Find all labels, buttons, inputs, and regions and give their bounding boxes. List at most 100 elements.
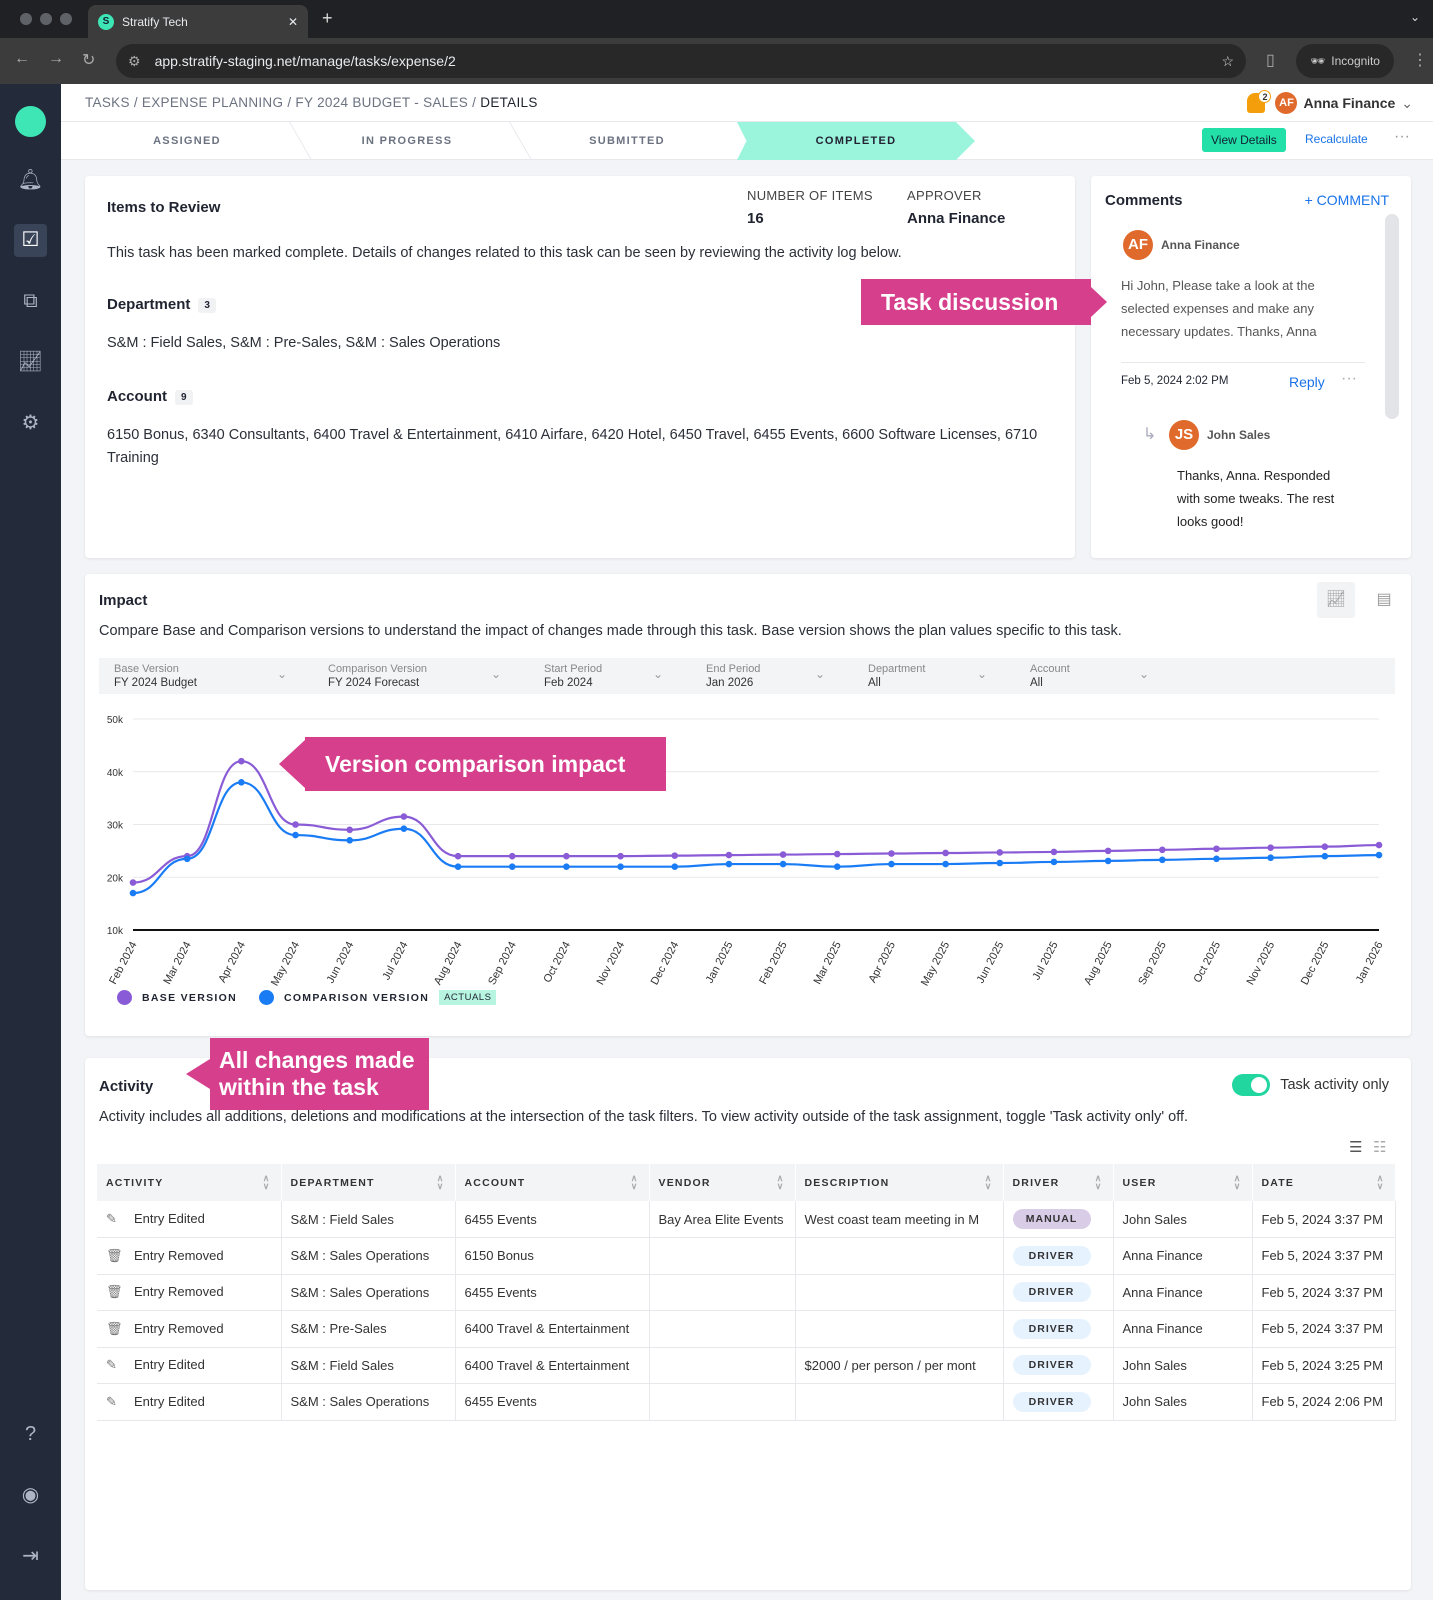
table-row[interactable]: 🗑︎ Entry Removed S&M : Sales Operations 615… — [97, 1237, 1396, 1275]
sort-icon[interactable]: ∧ ∨ — [1377, 1174, 1385, 1191]
department-label: Department — [107, 296, 191, 313]
driver-badge: DRIVER — [1012, 1355, 1091, 1376]
data-point — [292, 831, 299, 839]
table-row[interactable]: ✎ Entry Edited S&M : Field Sales 6455 Event… — [97, 1201, 1396, 1238]
x-tick-label: Aug 2025 — [1082, 940, 1115, 987]
data-point — [942, 860, 949, 868]
table-row[interactable]: ✎ Entry Edited S&M : Sales Operations 6455 … — [97, 1383, 1396, 1421]
new-tab-button[interactable]: + — [322, 8, 333, 29]
bookmark-star-icon[interactable]: ☆ — [1221, 53, 1234, 70]
window-minimize-button[interactable] — [40, 13, 52, 25]
chart-view-icon[interactable]: 📈︎ — [1317, 582, 1355, 618]
column-label: DESCRIPTION — [804, 1176, 890, 1189]
base-version-select[interactable]: Base Version FY 2024 Budget ⌄ — [99, 658, 299, 694]
collapse-list-icon[interactable]: ☷ — [1373, 1138, 1386, 1156]
settings-gear-icon[interactable]: ⚙ — [14, 407, 47, 440]
comparison-version-select[interactable]: Comparison Version FY 2024 Forecast ⌄ — [313, 658, 513, 694]
pencil-icon: ✎ — [106, 1211, 117, 1226]
window-close-button[interactable] — [20, 13, 32, 25]
table-row[interactable]: 🗑︎ Entry Removed S&M : Pre-Sales 6400 Trave… — [97, 1310, 1396, 1348]
column-header[interactable]: DATE ∧ ∨ — [1252, 1164, 1396, 1201]
breadcrumb-tasks[interactable]: TASKS — [85, 95, 130, 110]
sort-icon[interactable]: ∧ ∨ — [263, 1174, 271, 1191]
department-select[interactable]: Department All ⌄ — [853, 658, 999, 694]
x-tick-label: Apr 2025 — [867, 940, 899, 985]
forward-icon[interactable]: → — [48, 50, 64, 68]
user-menu[interactable]: 2 AF Anna Finance ⌄ — [1247, 90, 1413, 114]
sort-icon[interactable]: ∧ ∨ — [1095, 1174, 1103, 1191]
expand-list-icon[interactable]: ☰ — [1349, 1138, 1362, 1156]
breadcrumb-budget[interactable]: FY 2024 BUDGET - SALES — [295, 95, 468, 110]
chart-legend: BASE VERSION COMPARISON VERSION ACTUALS — [117, 990, 497, 1005]
stratify-logo[interactable] — [15, 106, 46, 137]
comments-scrollbar[interactable] — [1385, 214, 1399, 419]
data-point — [996, 849, 1004, 856]
browser-menu-icon[interactable]: ⋮ — [1412, 50, 1428, 70]
data-point — [1159, 846, 1166, 854]
account-select[interactable]: Account All ⌄ — [1015, 658, 1161, 694]
filter-label: Account — [1030, 663, 1070, 675]
logout-icon[interactable]: ⇥ — [14, 1540, 47, 1573]
task-activity-toggle[interactable]: Task activity only — [1232, 1074, 1389, 1096]
sort-icon[interactable]: ∧ ∨ — [1234, 1174, 1242, 1191]
card-title: Items to Review — [107, 199, 221, 216]
add-comment-button[interactable]: + COMMENT — [1305, 192, 1389, 208]
date-cell: Feb 5, 2024 3:37 PM — [1252, 1274, 1396, 1311]
column-header[interactable]: ACCOUNT ∧ ∨ — [455, 1164, 650, 1201]
more-options-icon[interactable]: ··· — [1394, 128, 1410, 146]
column-header[interactable]: DEPARTMENT ∧ ∨ — [281, 1164, 456, 1201]
column-header[interactable]: ACTIVITY ∧ ∨ — [97, 1164, 282, 1201]
column-header[interactable]: USER ∧ ∨ — [1113, 1164, 1253, 1201]
driver-badge: DRIVER — [1012, 1391, 1091, 1412]
close-tab-icon[interactable]: ✕ — [288, 15, 298, 29]
comment-more-icon[interactable]: ··· — [1341, 370, 1357, 388]
browser-tab[interactable]: S Stratify Tech ✕ — [88, 5, 308, 38]
table-row[interactable]: ✎ Entry Edited S&M : Field Sales 6400 Trave… — [97, 1347, 1396, 1384]
side-panel-icon[interactable]: ▯ — [1266, 50, 1275, 70]
end-period-select[interactable]: End Period Jan 2026 ⌄ — [691, 658, 837, 694]
incognito-indicator[interactable]: 🕶 Incognito — [1296, 44, 1394, 78]
sort-icon[interactable]: ∧ ∨ — [985, 1174, 993, 1191]
notifications-bell-icon[interactable]: 🔔︎ — [14, 164, 47, 197]
column-label: VENDOR — [658, 1176, 711, 1189]
filter-label: Base Version — [114, 663, 179, 675]
help-icon[interactable]: ? — [14, 1418, 47, 1451]
versions-icon[interactable]: ⧉ — [14, 285, 47, 318]
avatar: JS — [1169, 420, 1199, 450]
x-tick-label: Jun 2025 — [975, 940, 1007, 986]
reply-link[interactable]: Reply — [1289, 374, 1325, 390]
toggle-switch[interactable] — [1232, 1074, 1271, 1096]
start-period-select[interactable]: Start Period Feb 2024 ⌄ — [529, 658, 675, 694]
view-details-button[interactable]: View Details — [1202, 128, 1286, 152]
sort-icon[interactable]: ∧ ∨ — [631, 1174, 639, 1191]
sort-icon[interactable]: ∧ ∨ — [777, 1174, 785, 1191]
department-cell: S&M : Field Sales — [281, 1347, 456, 1384]
window-zoom-button[interactable] — [60, 13, 72, 25]
tab-search-button[interactable]: ⌄ — [1410, 10, 1420, 24]
reload-icon[interactable]: ↻ — [82, 50, 95, 70]
back-icon[interactable]: ← — [14, 50, 30, 68]
all-changes-callout: All changes made within the task — [186, 1038, 429, 1110]
site-settings-icon[interactable]: ⚙ — [128, 53, 141, 70]
notification-bell-icon[interactable]: 2 — [1247, 90, 1272, 113]
tasks-icon[interactable]: ☑ — [14, 224, 47, 257]
recalculate-link[interactable]: Recalculate — [1305, 132, 1368, 146]
step-in-progress: IN PROGRESS — [361, 135, 453, 147]
x-tick-label: Feb 2025 — [757, 940, 789, 987]
breadcrumb-expense-planning[interactable]: EXPENSE PLANNING — [142, 95, 283, 110]
column-header[interactable]: DESCRIPTION ∧ ∨ — [795, 1164, 1004, 1201]
data-point — [617, 863, 624, 870]
account-icon[interactable]: ◉ — [14, 1479, 47, 1512]
data-point — [1321, 852, 1329, 860]
url-input[interactable]: ⚙ app.stratify-staging.net/manage/tasks/… — [116, 44, 1246, 78]
column-header[interactable]: DRIVER ∧ ∨ — [1003, 1164, 1114, 1201]
table-row[interactable]: 🗑︎ Entry Removed S&M : Sales Operations 645… — [97, 1274, 1396, 1311]
activity-cell: 🗑︎ Entry Removed — [97, 1310, 282, 1348]
column-header[interactable]: VENDOR ∧ ∨ — [649, 1164, 796, 1201]
browser-tab-bar: S Stratify Tech ✕ + ⌄ — [0, 0, 1433, 38]
account-heading: Account 9 — [107, 388, 193, 405]
x-tick-label: Mar 2025 — [811, 940, 843, 987]
table-view-icon[interactable]: ▤ — [1365, 582, 1403, 618]
reports-chart-icon[interactable]: 📈︎ — [14, 346, 47, 379]
sort-icon[interactable]: ∧ ∨ — [437, 1174, 445, 1191]
